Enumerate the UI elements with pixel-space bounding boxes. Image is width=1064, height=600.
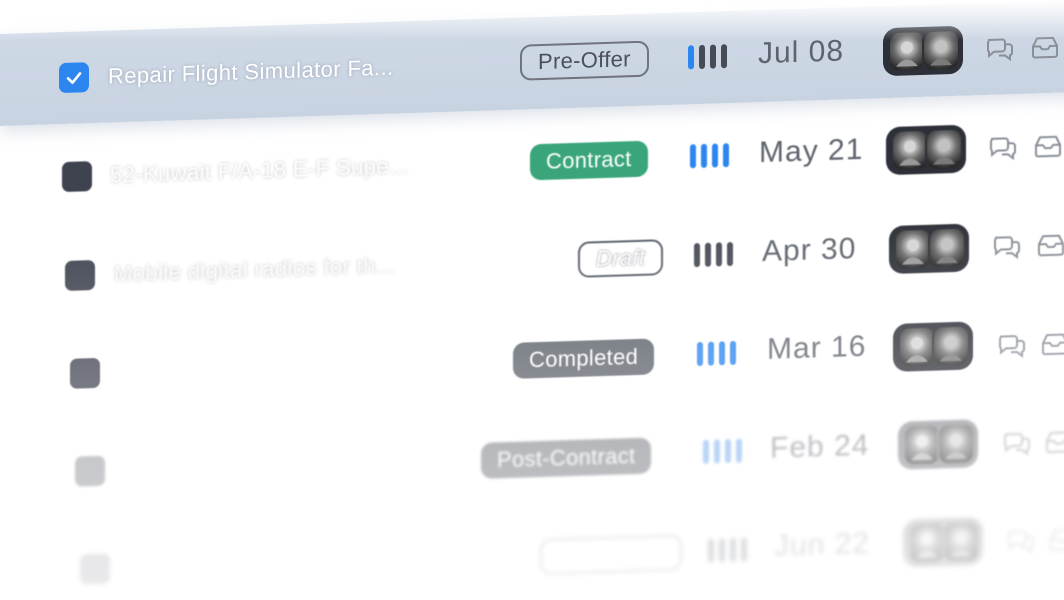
row-checkbox[interactable] [80, 553, 110, 585]
status-badge [540, 534, 682, 576]
row-checkbox[interactable] [75, 455, 105, 487]
priority-indicator [703, 438, 742, 464]
priority-indicator [708, 537, 747, 563]
status-badge: Post-Contract [481, 437, 652, 479]
user-avatar-icon [888, 29, 926, 74]
chat-bubbles-icon[interactable] [988, 134, 1018, 161]
priority-indicator [688, 44, 727, 70]
user-avatar-icon [928, 226, 966, 270]
deal-list-view: Repair Flight Simulator Fa... Pre-Offer … [0, 0, 1064, 600]
due-date: Apr 30 [762, 232, 857, 269]
user-avatar-icon [891, 128, 929, 172]
user-avatar-icon [932, 324, 970, 368]
assignee-avatars[interactable] [883, 25, 963, 77]
inbox-tray-icon[interactable] [1030, 34, 1060, 61]
chat-bubbles-icon[interactable] [1006, 527, 1036, 554]
deal-list: Repair Flight Simulator Fa... Pre-Offer … [0, 0, 1064, 600]
row-checkbox[interactable] [62, 161, 92, 193]
deal-title[interactable]: Mobile digital radios for th... [114, 253, 395, 288]
priority-indicator [690, 143, 729, 169]
check-icon [66, 72, 82, 85]
chat-bubbles-icon[interactable] [1002, 430, 1032, 457]
inbox-tray-icon[interactable] [1036, 231, 1064, 258]
inbox-tray-icon[interactable] [1040, 330, 1064, 357]
row-checkbox[interactable] [70, 357, 100, 389]
chat-bubbles-icon[interactable] [997, 332, 1027, 359]
user-avatar-icon [903, 423, 941, 467]
deal-title[interactable]: 52-Kuwait F/A-18 E-F Supe... [110, 153, 409, 188]
due-date: Feb 24 [770, 428, 870, 465]
due-date: Jun 22 [774, 526, 871, 563]
chat-bubbles-icon[interactable] [985, 35, 1015, 62]
assignee-avatars[interactable] [898, 419, 978, 470]
user-avatar-icon [898, 325, 936, 369]
status-badge: Draft [578, 239, 664, 278]
assignee-avatars[interactable] [903, 517, 983, 568]
chat-bubbles-icon[interactable] [992, 233, 1022, 260]
assignee-avatars[interactable] [889, 223, 969, 275]
inbox-tray-icon[interactable] [1044, 428, 1064, 455]
status-badge: Completed [513, 338, 655, 379]
due-date: Mar 16 [767, 329, 867, 366]
inbox-tray-icon[interactable] [1033, 133, 1063, 160]
assignee-avatars[interactable] [893, 321, 973, 372]
user-avatar-icon [908, 521, 946, 565]
row-checkbox[interactable] [59, 62, 89, 94]
user-avatar-icon [894, 227, 932, 271]
priority-indicator [697, 340, 736, 367]
user-avatar-icon [925, 127, 963, 171]
user-avatar-icon [937, 422, 975, 466]
priority-indicator [694, 241, 733, 268]
status-badge: Pre-Offer [520, 40, 649, 81]
deal-title[interactable]: Repair Flight Simulator Fa... [108, 55, 393, 90]
due-date: Jul 08 [758, 34, 845, 71]
user-avatar-icon [922, 28, 960, 73]
due-date: May 21 [759, 132, 864, 170]
status-badge: Contract [530, 140, 648, 181]
assignee-avatars[interactable] [886, 124, 966, 176]
row-checkbox[interactable] [65, 260, 95, 291]
inbox-tray-icon[interactable] [1048, 526, 1064, 553]
user-avatar-icon [942, 520, 980, 564]
